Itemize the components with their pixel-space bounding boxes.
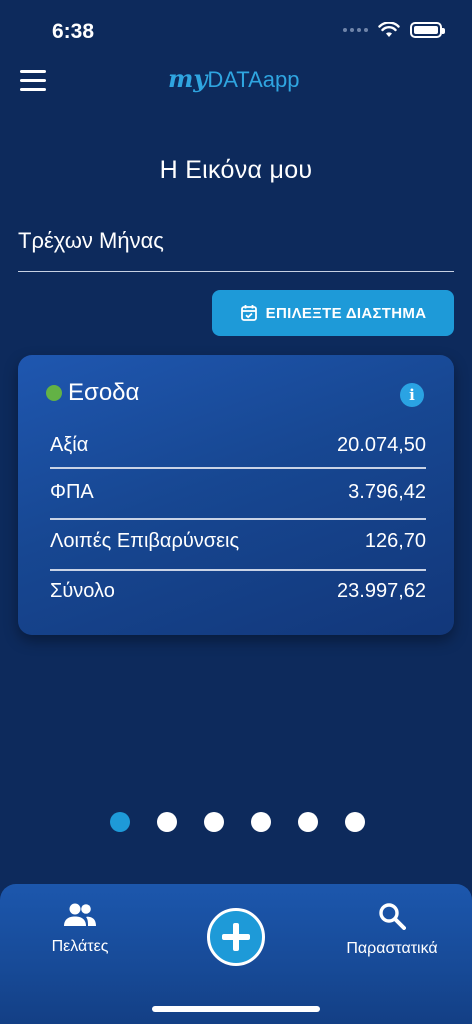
- page-dot[interactable]: [110, 812, 130, 832]
- status-icons: [343, 22, 445, 38]
- row-amount: 20.074,50: [337, 433, 426, 456]
- logo-data: DATA: [207, 67, 263, 92]
- nav-documents-label: Παραστατικά: [346, 940, 438, 957]
- row-label: ΦΠΑ: [50, 480, 94, 503]
- nav-clients-label: Πελάτες: [51, 938, 109, 955]
- app-logo: my DATA app: [168, 64, 299, 93]
- card-title: Εσοδα: [68, 379, 140, 406]
- period-field[interactable]: Τρέχων Μήνας: [18, 224, 454, 272]
- nav-documents[interactable]: Παραστατικά: [333, 902, 451, 958]
- page-dot[interactable]: [204, 812, 224, 832]
- status-time: 6:38: [52, 20, 95, 43]
- row-value: Αξία 20.074,50: [50, 420, 426, 470]
- row-vat: ΦΠΑ 3.796,42: [50, 467, 426, 517]
- row-amount: 23.997,62: [337, 579, 426, 602]
- income-card[interactable]: Εσοδα i Αξία 20.074,50 ΦΠΑ 3.796,42 Λοιπ…: [18, 355, 454, 635]
- people-icon: [64, 903, 96, 926]
- status-bar: 6:38: [0, 0, 472, 64]
- add-button[interactable]: [207, 908, 265, 966]
- bottom-nav: Πελάτες Παραστατικά: [0, 884, 472, 1024]
- page-dot[interactable]: [298, 812, 318, 832]
- row-amount: 3.796,42: [348, 480, 426, 503]
- page-dot[interactable]: [251, 812, 271, 832]
- row-other-charges: Λοιπές Επιβαρύνσεις 126,70: [50, 516, 426, 566]
- page-title: Η Εικόνα μου: [159, 156, 313, 184]
- select-period-button[interactable]: ΕΠΙΛΕΞΤΕ ΔΙΑΣΤΗΜΑ: [212, 290, 454, 336]
- page-indicator: [110, 812, 365, 832]
- select-period-label: ΕΠΙΛΕΞΤΕ ΔΙΑΣΤΗΜΑ: [265, 304, 427, 322]
- logo-my: my: [168, 64, 208, 93]
- card-header: Εσοδα: [46, 379, 139, 407]
- page-dot[interactable]: [345, 812, 365, 832]
- logo-app: app: [262, 67, 300, 92]
- calendar-check-icon: [240, 305, 257, 321]
- row-total: Σύνολο 23.997,62: [50, 566, 426, 616]
- period-value: Τρέχων Μήνας: [18, 228, 164, 253]
- app-header: my DATA app: [0, 60, 472, 104]
- row-amount: 126,70: [364, 529, 426, 552]
- info-icon[interactable]: i: [400, 383, 424, 407]
- home-indicator: [152, 1006, 320, 1012]
- row-label: Σύνολο: [50, 579, 115, 602]
- battery-icon: [410, 22, 445, 38]
- row-label: Λοιπές Επιβαρύνσεις: [50, 529, 240, 552]
- status-dot: [46, 385, 62, 401]
- row-label: Αξία: [50, 433, 89, 456]
- page-dot[interactable]: [157, 812, 177, 832]
- menu-icon[interactable]: [20, 70, 46, 92]
- nav-clients[interactable]: Πελάτες: [38, 902, 122, 956]
- wifi-icon: [378, 22, 400, 37]
- signal-icon: [343, 28, 368, 32]
- search-icon: [379, 903, 406, 930]
